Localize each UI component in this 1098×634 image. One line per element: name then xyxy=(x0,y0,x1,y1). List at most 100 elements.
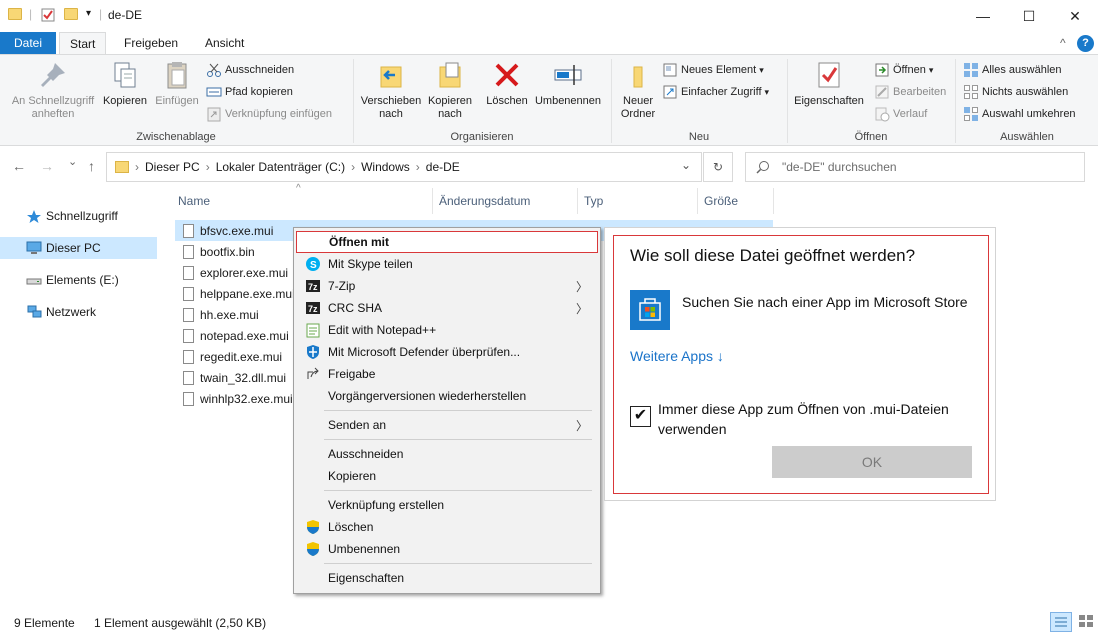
tab-view[interactable]: Ansicht xyxy=(195,32,254,54)
open-button[interactable]: Öffnen ▾ xyxy=(874,61,933,79)
copy-path-button[interactable]: Pfad kopieren xyxy=(206,83,293,101)
new-folder-icon xyxy=(622,59,654,91)
help-icon[interactable]: ? xyxy=(1077,35,1094,52)
column-header-date[interactable]: Änderungsdatum xyxy=(439,194,530,212)
menu-item-defender-scan[interactable]: Mit Microsoft Defender überprüfen... xyxy=(296,341,598,363)
menu-separator xyxy=(324,410,592,411)
new-item-button[interactable]: Neues Element ▾ xyxy=(662,61,764,79)
sidebar-item-quick-access[interactable]: Schnellzugriff xyxy=(0,205,157,227)
cut-button[interactable]: Ausschneiden xyxy=(206,61,294,79)
always-use-checkbox[interactable]: ✔ xyxy=(630,406,651,427)
scissors-icon xyxy=(206,62,222,78)
paste-button[interactable]: Einfügen xyxy=(152,59,202,108)
properties-button[interactable]: Eigenschaften xyxy=(790,59,868,108)
menu-item-skype-share[interactable]: S Mit Skype teilen xyxy=(296,253,598,275)
menu-item-rename[interactable]: Umbenennen xyxy=(296,538,598,560)
menu-item-cut[interactable]: Ausschneiden xyxy=(296,443,598,465)
edit-icon xyxy=(874,84,890,100)
7zip-icon: 7z xyxy=(306,280,320,292)
column-header-name[interactable]: Name xyxy=(178,194,210,212)
more-apps-link[interactable]: Weitere Apps ↓ xyxy=(630,348,724,364)
menu-item-send-to[interactable]: Senden an 〉 xyxy=(296,414,598,436)
breadcrumb-this-pc[interactable]: Dieser PC xyxy=(145,160,200,174)
move-to-button[interactable]: Verschieben nach xyxy=(358,59,424,121)
menu-item-share[interactable]: Freigabe xyxy=(296,363,598,385)
refresh-button[interactable]: ↻ xyxy=(703,152,733,182)
rename-button[interactable]: Umbenennen xyxy=(532,59,604,108)
back-arrow-icon[interactable]: ← xyxy=(12,158,26,174)
search-input[interactable]: "de-DE" durchsuchen xyxy=(745,152,1085,182)
history-button[interactable]: Verlauf xyxy=(874,105,927,123)
details-view-icon[interactable] xyxy=(1050,612,1072,632)
easy-access-icon xyxy=(662,84,678,100)
maximize-button[interactable]: ☐ xyxy=(1006,0,1052,32)
invert-selection-button[interactable]: Auswahl umkehren xyxy=(963,105,1076,123)
minimize-button[interactable]: — xyxy=(960,0,1006,32)
select-all-button[interactable]: Alles auswählen xyxy=(963,61,1062,79)
store-search-option[interactable]: Suchen Sie nach einer App im Microsoft S… xyxy=(682,292,972,312)
drive-icon xyxy=(26,278,42,285)
new-folder-button[interactable]: Neuer Ordner xyxy=(616,59,660,121)
search-placeholder: "de-DE" durchsuchen xyxy=(782,160,897,174)
new-folder-quick-icon[interactable] xyxy=(64,8,78,22)
menu-item-7zip[interactable]: 7z 7-Zip 〉 xyxy=(296,275,598,297)
menu-item-properties[interactable]: Eigenschaften xyxy=(296,567,598,589)
menu-item-restore-versions[interactable]: Vorgängerversionen wiederherstellen xyxy=(296,385,598,407)
delete-x-icon xyxy=(491,59,523,91)
ok-button[interactable]: OK xyxy=(772,446,972,478)
delete-button[interactable]: Löschen xyxy=(482,59,532,108)
menu-item-create-shortcut[interactable]: Verknüpfung erstellen xyxy=(296,494,598,516)
select-none-button[interactable]: Nichts auswählen xyxy=(963,83,1068,101)
file-icon xyxy=(183,286,194,301)
large-icons-view-icon[interactable] xyxy=(1076,612,1096,632)
menu-item-copy[interactable]: Kopieren xyxy=(296,465,598,487)
collapse-ribbon-icon[interactable]: ^ xyxy=(1060,36,1066,50)
breadcrumb-separator: › xyxy=(415,160,420,174)
column-header-type[interactable]: Typ xyxy=(584,194,603,212)
uac-shield-icon xyxy=(307,542,319,556)
microsoft-store-icon[interactable] xyxy=(630,290,670,330)
close-button[interactable]: ✕ xyxy=(1052,0,1098,32)
menu-item-crc-sha[interactable]: 7z CRC SHA 〉 xyxy=(296,297,598,319)
copy-to-button[interactable]: Kopieren nach xyxy=(424,59,476,121)
select-all-icon xyxy=(963,62,979,78)
folder-icon xyxy=(115,161,129,173)
recent-locations-icon[interactable]: ⌄ xyxy=(68,155,77,168)
file-icon xyxy=(183,265,194,280)
sidebar-item-network[interactable]: Netzwerk xyxy=(0,301,157,323)
address-dropdown-icon[interactable]: ⌄ xyxy=(681,158,691,172)
submenu-arrow-icon: 〉 xyxy=(575,302,588,316)
column-header-size[interactable]: Größe xyxy=(704,194,738,212)
copy-button[interactable]: Kopieren xyxy=(100,59,150,108)
tab-file[interactable]: Datei xyxy=(0,32,56,54)
breadcrumb-de-de[interactable]: de-DE xyxy=(426,160,460,174)
menu-item-delete[interactable]: Löschen xyxy=(296,516,598,538)
group-open-label: Öffnen xyxy=(854,131,888,143)
easy-access-button[interactable]: Einfacher Zugriff ▾ xyxy=(662,83,769,101)
properties-quick-icon[interactable] xyxy=(41,8,55,22)
menu-separator xyxy=(324,490,592,491)
sidebar-item-elements-drive[interactable]: Elements (E:) xyxy=(0,269,157,291)
address-bar[interactable]: › Dieser PC › Lokaler Datenträger (C:) ›… xyxy=(106,152,702,182)
up-arrow-icon[interactable]: ↑ xyxy=(88,158,95,174)
breadcrumb-local-disk[interactable]: Lokaler Datenträger (C:) xyxy=(216,160,345,174)
tab-share[interactable]: Freigeben xyxy=(114,32,188,54)
column-divider[interactable] xyxy=(697,188,698,214)
navigation-bar: ← → ⌄ ↑ › Dieser PC › Lokaler Datenträge… xyxy=(0,146,1098,188)
column-divider[interactable] xyxy=(577,188,578,214)
edit-button[interactable]: Bearbeiten xyxy=(874,83,946,101)
customize-quick-access-icon[interactable]: ▾ xyxy=(86,8,91,19)
search-icon xyxy=(756,161,769,174)
pin-quick-access-button[interactable]: An Schnellzugriff anheften xyxy=(6,59,100,121)
file-name: notepad.exe.mui xyxy=(200,328,289,343)
sidebar-item-this-pc[interactable]: Dieser PC xyxy=(0,237,157,259)
breadcrumb-windows[interactable]: Windows xyxy=(361,160,410,174)
file-name: bootfix.bin xyxy=(200,244,255,259)
menu-item-notepadpp[interactable]: Edit with Notepad++ xyxy=(296,319,598,341)
menu-item-open-with[interactable]: Öffnen mit xyxy=(296,231,598,253)
column-divider[interactable] xyxy=(432,188,433,214)
column-divider[interactable] xyxy=(773,188,774,214)
forward-arrow-icon[interactable]: → xyxy=(40,158,54,174)
tab-start[interactable]: Start xyxy=(59,32,107,54)
paste-shortcut-button[interactable]: Verknüpfung einfügen xyxy=(206,105,332,123)
